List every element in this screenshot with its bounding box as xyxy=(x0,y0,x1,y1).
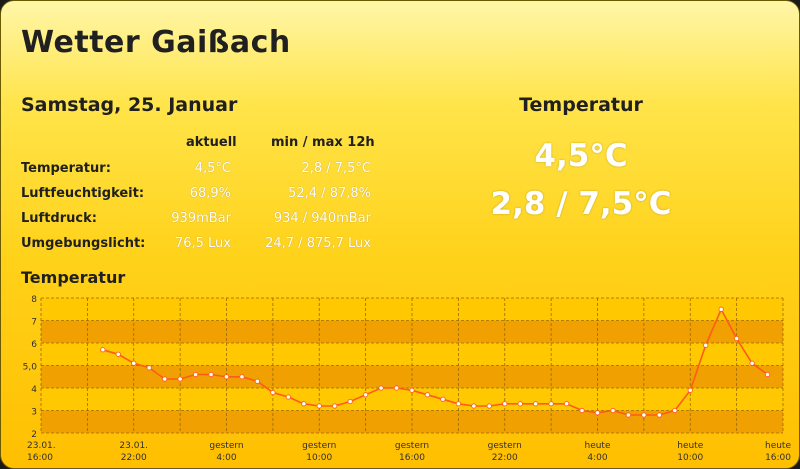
x-tick-label: 10:00 xyxy=(677,453,703,463)
date-heading: Samstag, 25. Januar xyxy=(21,94,238,116)
temperature-data-point xyxy=(115,351,121,357)
x-tick-label: gestern xyxy=(488,441,522,451)
temperature-data-point xyxy=(378,385,384,391)
current-pressure: 939mBar xyxy=(171,211,231,226)
y-tick-label: 6 xyxy=(31,340,37,350)
x-tick-label: 16:00 xyxy=(399,453,425,463)
temperature-data-point xyxy=(440,396,446,402)
y-tick-label: 3 xyxy=(31,408,37,418)
temperature-data-point xyxy=(316,403,322,409)
current-humidity: 68,9% xyxy=(189,186,231,201)
temperature-data-point xyxy=(625,412,632,418)
x-tick-label: 16:00 xyxy=(27,453,53,463)
temperature-data-point xyxy=(455,401,461,407)
temperature-data-point xyxy=(192,371,199,378)
temperature-data-point xyxy=(332,403,338,409)
y-tick-label: 7 xyxy=(31,318,37,328)
x-tick-label: gestern xyxy=(395,441,429,451)
x-tick-label: 22:00 xyxy=(121,453,147,463)
temperature-data-point xyxy=(100,347,106,353)
temperature-data-point xyxy=(347,398,353,405)
x-tick-label: gestern xyxy=(302,441,336,451)
x-tick-label: 4:00 xyxy=(216,453,236,463)
minmax-humidity: 52,4 / 87,8% xyxy=(288,186,371,201)
temperature-data-point xyxy=(548,401,554,407)
y-tick-label: 8 xyxy=(31,295,37,305)
chart-title: Temperatur xyxy=(21,268,126,287)
y-tick-label: 5,0 xyxy=(23,363,38,373)
temperature-data-point xyxy=(703,342,709,348)
temperature-data-point xyxy=(641,412,647,418)
temperature-data-point xyxy=(734,335,740,342)
x-tick-label: heute xyxy=(584,441,610,451)
column-header-minmax: min / max 12h xyxy=(271,135,375,150)
temperature-data-point xyxy=(239,374,245,380)
minmax-pressure: 934 / 940mBar xyxy=(273,211,371,226)
temperature-data-point xyxy=(579,407,585,414)
temperature-data-point xyxy=(363,392,369,398)
temperature-data-point xyxy=(409,387,415,393)
summary-minmax-temperature: 2,8 / 7,5°C xyxy=(490,186,672,222)
minmax-light: 24,7 / 875,7 Lux xyxy=(265,236,371,251)
temperature-data-point xyxy=(610,407,616,414)
column-header-current: aktuell xyxy=(186,135,237,150)
minmax-temperature: 2,8 / 7,5°C xyxy=(301,161,371,176)
temperature-data-point xyxy=(718,306,724,312)
temperature-data-point xyxy=(270,389,276,396)
temperature-data-point xyxy=(672,407,678,414)
temperature-data-point xyxy=(131,360,137,366)
x-tick-label: heute xyxy=(677,441,703,451)
temperature-data-point xyxy=(223,374,230,380)
x-tick-label: 23.01. xyxy=(27,441,56,451)
x-tick-label: 22:00 xyxy=(492,453,518,463)
temperature-data-point xyxy=(393,385,400,391)
x-tick-label: heute xyxy=(765,441,791,451)
temperature-data-point xyxy=(517,401,523,407)
y-tick-label: 2 xyxy=(31,430,37,440)
temperature-data-point xyxy=(208,371,214,378)
temperature-data-point xyxy=(146,365,152,371)
y-tick-label: 4 xyxy=(31,385,37,395)
temperature-data-point xyxy=(254,378,261,384)
temperature-chart: 2 3 4 5,0 6 7 8 23.01. 16:00 23.01. 22:00 gestern 4:… xyxy=(23,295,792,463)
temperature-data-point xyxy=(749,360,755,366)
x-tick-label: gestern xyxy=(209,441,243,451)
temperature-data-point xyxy=(502,401,508,407)
temperature-data-point xyxy=(563,401,570,407)
summary-title: Temperatur xyxy=(519,94,643,116)
x-tick-label: 23.01. xyxy=(119,441,148,451)
temperature-data-point xyxy=(764,371,771,378)
x-tick-label: 16:00 xyxy=(765,453,791,463)
temperature-data-point xyxy=(471,403,477,409)
temperature-data-point xyxy=(687,387,693,393)
current-temperature: 4,5°C xyxy=(194,161,231,176)
temperature-data-point xyxy=(301,401,307,407)
temperature-data-point xyxy=(424,392,431,398)
temperature-data-point xyxy=(533,401,539,407)
temperature-data-point xyxy=(285,394,291,400)
x-tick-label: 10:00 xyxy=(306,453,332,463)
x-tick-label: 4:00 xyxy=(587,453,607,463)
temperature-data-point xyxy=(486,403,492,409)
weather-panel: Wetter Gaißach Samstag, 25. Januar aktue… xyxy=(0,0,800,469)
temperature-data-point xyxy=(594,410,601,416)
current-light: 76,5 Lux xyxy=(174,236,231,251)
temperature-data-point xyxy=(162,376,168,382)
summary-current-temperature: 4,5°C xyxy=(534,138,628,174)
temperature-data-point xyxy=(656,412,662,418)
temperature-data-point xyxy=(177,376,183,382)
page-title: Wetter Gaißach xyxy=(21,25,291,60)
